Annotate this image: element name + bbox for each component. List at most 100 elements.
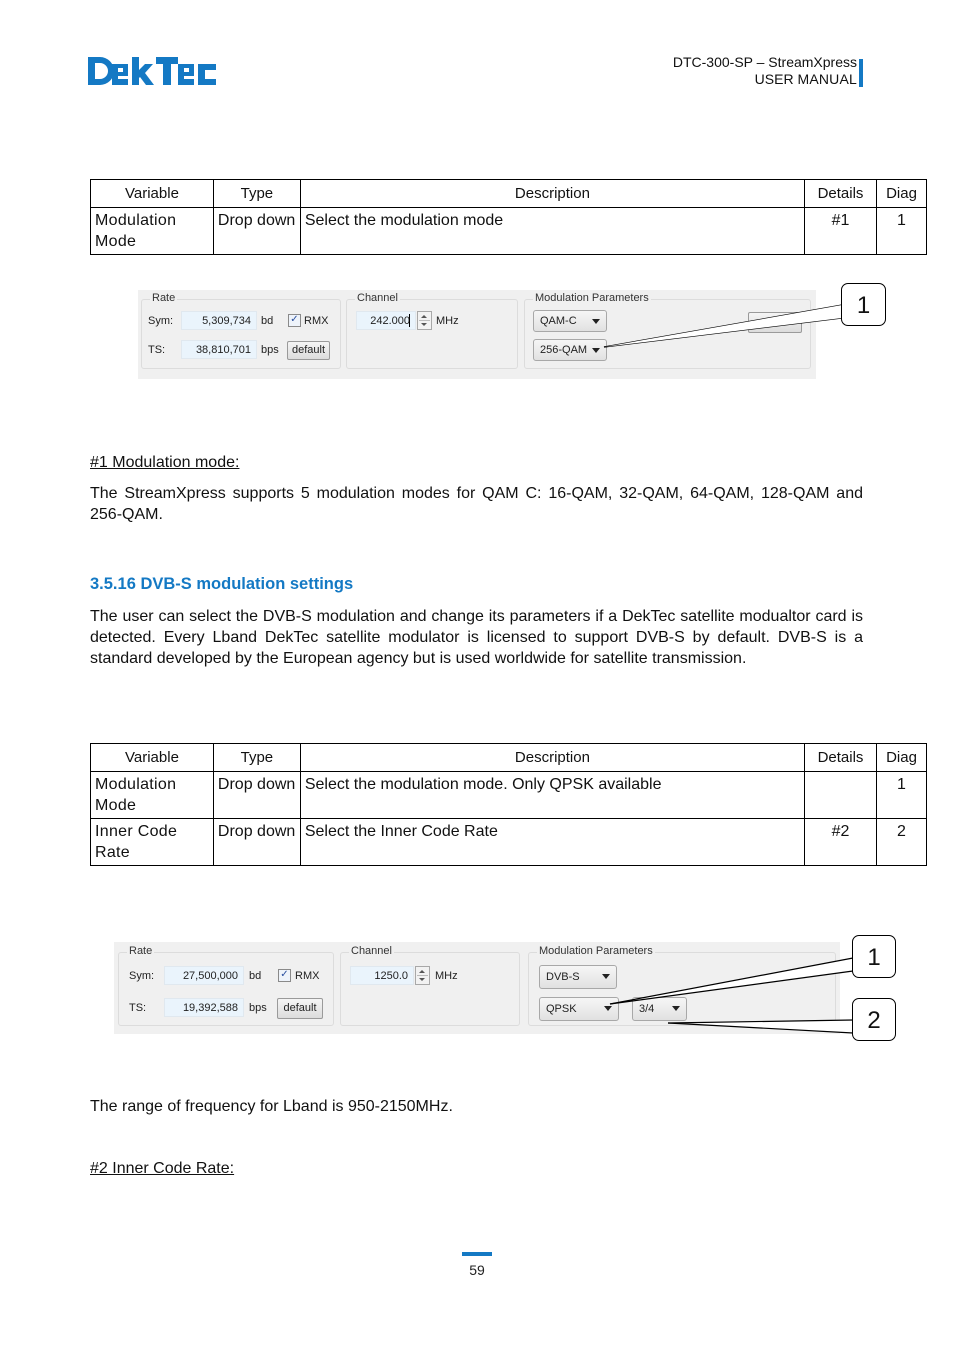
modulation-group-title: Modulation Parameters xyxy=(537,945,655,957)
table-header-row: Variable Type Description Details Diag xyxy=(90,179,928,208)
cell-description: Select the Inner Code Rate xyxy=(299,818,806,866)
sym-label: Sym: xyxy=(129,970,155,982)
table-header-row: Variable Type Description Details Diag xyxy=(90,743,928,772)
code-rate-dropdown[interactable]: 3/4 xyxy=(632,997,687,1021)
rmx-label: RMX xyxy=(304,315,329,327)
channel-group-title: Channel xyxy=(355,292,400,304)
cell-description: Select the modulation mode. Only QPSK av… xyxy=(299,771,806,819)
modulation-group-title: Modulation Parameters xyxy=(533,292,651,304)
channel-frequency-input[interactable]: 242.000 xyxy=(356,311,416,330)
table-row: Modulation Mode Drop down Select the mod… xyxy=(90,207,928,255)
callout-badge-2: 2 xyxy=(852,998,896,1041)
ts-rate-input[interactable]: 19,392,588 xyxy=(164,998,244,1017)
details-heading-1: #1 Modulation mode: xyxy=(90,454,240,471)
spin-divider xyxy=(419,320,430,321)
chevron-down-icon xyxy=(602,974,610,979)
text-caret xyxy=(409,314,410,327)
channel-spinner[interactable] xyxy=(417,311,432,330)
channel-group: Channel xyxy=(340,945,520,1026)
channel-group: Channel xyxy=(346,292,518,369)
channel-spinner[interactable] xyxy=(415,966,430,985)
page-number: 59 xyxy=(469,1262,485,1278)
section-heading-dvbs: 3.5.16 DVB-S modulation settings xyxy=(90,575,354,593)
spec-table-dvbs: Variable Type Description Details Diag M… xyxy=(90,743,928,866)
standard-dropdown-value: DVB-S xyxy=(546,971,580,983)
details-heading-2: #2 Inner Code Rate: xyxy=(90,1160,235,1177)
cell-variable: Modulation Mode xyxy=(90,771,214,819)
cell-diag: 1 xyxy=(875,771,928,819)
constellation-dropdown[interactable]: 256-QAM xyxy=(533,339,607,361)
constellation-dropdown-value: QPSK xyxy=(546,1003,577,1015)
col-header: Variable xyxy=(90,179,214,208)
sym-rate-input[interactable]: 27,500,000 xyxy=(164,966,244,985)
details-paragraph-1: The StreamXpress supports 5 modulation m… xyxy=(90,485,863,523)
cell-details: #1 xyxy=(804,207,877,255)
ts-unit: bps xyxy=(261,344,279,356)
sym-rate-input[interactable]: 5,309,734 xyxy=(181,311,257,330)
channel-unit: MHz xyxy=(435,970,458,982)
rmx-checkbox[interactable]: ✓ xyxy=(278,969,291,982)
rmx-label: RMX xyxy=(295,970,320,982)
col-header: Description xyxy=(299,743,806,772)
spec-table-qam: Variable Type Description Details Diag M… xyxy=(90,179,928,255)
rmx-checkbox[interactable]: ✓ xyxy=(288,314,301,327)
cell-variable: Modulation Mode xyxy=(90,207,214,255)
table-row: Inner Code Rate Drop down Select the Inn… xyxy=(90,818,928,866)
constellation-dropdown-value: 256-QAM xyxy=(540,344,588,356)
col-header: Type xyxy=(212,743,301,772)
spin-down-icon[interactable] xyxy=(421,323,427,326)
standard-dropdown[interactable]: DVB-S xyxy=(539,965,617,989)
col-header: Description xyxy=(299,179,806,208)
cell-variable: Inner Code Rate xyxy=(90,818,214,866)
chevron-down-icon xyxy=(672,1006,680,1011)
default-button[interactable]: default xyxy=(287,341,330,360)
dektec-logo xyxy=(88,54,220,88)
spin-up-icon[interactable] xyxy=(421,315,427,318)
spin-up-icon[interactable] xyxy=(419,970,425,973)
sym-unit: bd xyxy=(261,315,274,327)
constellation-dropdown[interactable]: QPSK xyxy=(539,997,619,1021)
cell-type: Drop down xyxy=(212,207,301,255)
default-button[interactable]: default xyxy=(277,998,323,1019)
standard-dropdown[interactable]: QAM-C xyxy=(533,310,607,332)
ts-unit: bps xyxy=(249,1002,267,1014)
col-header: Type xyxy=(212,179,301,208)
cell-type: Drop down xyxy=(212,771,301,819)
dvbs-settings-screenshot: Rate Sym: 27,500,000 bd ✓ RMX TS: 19,392… xyxy=(114,942,840,1034)
rate-group-title: Rate xyxy=(127,945,155,957)
spin-down-icon[interactable] xyxy=(419,978,425,981)
dektec-logo-icon xyxy=(88,57,216,85)
cell-details xyxy=(804,771,877,819)
page-number-bar xyxy=(462,1252,492,1256)
product-title: DTC-300-SP – StreamXpress xyxy=(672,54,857,70)
rate-group-title: Rate xyxy=(150,292,178,304)
document-header: DTC-300-SP – StreamXpress USER MANUAL xyxy=(673,54,857,88)
manual-word: MANUAL xyxy=(797,71,857,87)
obscured-button[interactable] xyxy=(748,312,802,333)
callout-badge-1: 1 xyxy=(841,283,886,326)
cell-description: Select the modulation mode xyxy=(299,207,806,255)
cell-type: Drop down xyxy=(212,818,301,866)
col-header: Variable xyxy=(90,743,214,772)
spin-divider xyxy=(417,975,428,976)
col-header: Details xyxy=(804,179,877,208)
chevron-down-icon xyxy=(604,1006,612,1011)
header-accent-bar xyxy=(859,59,863,87)
ts-rate-input[interactable]: 38,810,701 xyxy=(181,340,257,359)
channel-group-title: Channel xyxy=(349,945,394,957)
channel-unit: MHz xyxy=(436,315,459,327)
col-header: Diag xyxy=(875,743,928,772)
col-header: Details xyxy=(804,743,877,772)
manual-label: USER MANUAL xyxy=(673,71,857,88)
manual-prefix: USER xyxy=(754,71,798,87)
standard-dropdown-value: QAM-C xyxy=(540,315,577,327)
cell-details: #2 xyxy=(804,818,877,866)
col-header: Diag xyxy=(875,179,928,208)
code-rate-dropdown-value: 3/4 xyxy=(639,1003,655,1015)
table-row: Modulation Mode Drop down Select the mod… xyxy=(90,771,928,819)
ts-label: TS: xyxy=(129,1002,147,1014)
cell-diag: 2 xyxy=(875,818,928,866)
ts-label: TS: xyxy=(148,344,166,356)
chevron-down-icon xyxy=(592,348,600,353)
channel-frequency-input[interactable]: 1250.0 xyxy=(350,966,414,985)
